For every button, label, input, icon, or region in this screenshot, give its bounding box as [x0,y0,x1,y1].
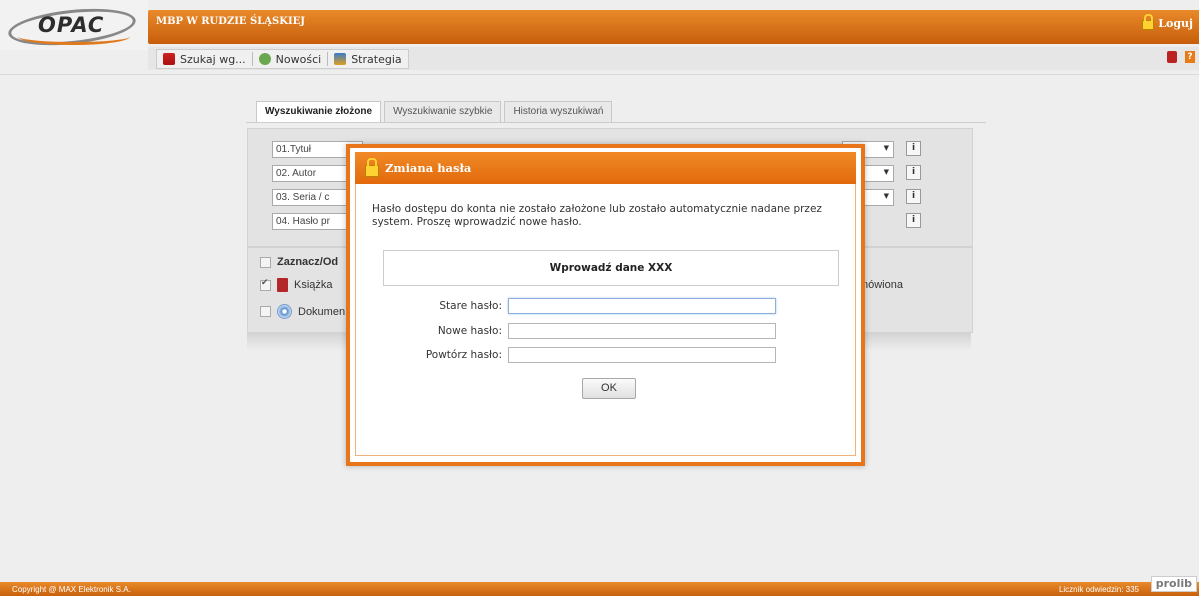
info-button[interactable]: i [906,141,921,156]
library-name: MBP W RUDZIE ŚLĄSKIEJ [156,16,305,27]
menu-separator [251,52,253,66]
dialog-title: Zmiana hasła [385,161,472,175]
help-icon[interactable]: ? [1185,51,1195,63]
menu-item-news[interactable]: Nowości [258,52,322,66]
news-icon [258,53,271,65]
tab-quick-search[interactable]: Wyszukiwanie szybkie [384,101,502,123]
book-search-icon [163,53,175,65]
menu-inner: Szukaj wg... Nowości Strategia [156,49,409,69]
header-divider [0,74,1199,75]
strategy-icon [334,53,347,65]
document-checkbox[interactable] [260,306,271,317]
visit-counter: Licznik odwiedzin: 335 [1058,585,1139,594]
menu-item-label: Nowości [275,52,322,66]
info-button[interactable]: i [906,165,921,180]
change-password-dialog: Zmiana hasła Hasło dostępu do konta nie … [346,144,865,466]
repeat-password-input[interactable] [508,347,776,363]
logo[interactable]: OPAC [0,0,148,51]
footer: Copyright @ MAX Elektronik S.A. Licznik … [0,576,1199,596]
top-bar: MBP W RUDZIE ŚLĄSKIEJ Loguj [148,10,1199,44]
dialog-info-box: Wprowadź dane XXX [383,250,839,286]
book-checkbox[interactable] [260,277,271,291]
tab-advanced-search[interactable]: Wyszukiwanie złożone [256,101,382,123]
menu-bar: Szukaj wg... Nowości Strategia ? [148,47,1199,70]
logo-text: OPAC [38,13,105,37]
new-password-label: Nowe hasło: [437,325,502,337]
login-label: Loguj [1158,16,1193,30]
menu-separator [327,52,329,66]
tab-search-history[interactable]: Historia wyszukiwań [504,101,613,123]
menu-item-label: Strategia [351,52,402,66]
new-password-input[interactable] [508,323,776,339]
ok-button[interactable]: OK [582,378,636,399]
repeat-password-label: Powtórz hasło: [425,349,502,361]
document-label: Dokumen [298,305,346,318]
select-all-checkbox[interactable] [260,256,271,268]
info-button[interactable]: i [906,189,921,204]
cd-icon [277,304,292,319]
lock-icon [1142,14,1155,30]
unlock-icon [365,157,379,177]
dialog-title-bar: Zmiana hasła [355,152,856,184]
copyright: Copyright @ MAX Elektronik S.A. [12,585,131,594]
book-icon [277,278,288,292]
menu-item-label: Szukaj wg... [180,52,246,66]
status-label: nówiona [862,279,903,291]
right-icons: ? [1167,51,1195,63]
old-password-label: Stare hasło: [439,300,502,312]
login-button[interactable]: Loguj [1142,14,1193,30]
settings-icon[interactable] [1167,51,1177,63]
info-button[interactable]: i [906,213,921,228]
prolib-logo[interactable]: prolib [1150,576,1197,592]
select-all-label: Zaznacz/Od [277,256,339,268]
search-tabs: Wyszukiwanie złożone Wyszukiwanie szybki… [256,101,613,123]
tabs-divider [246,122,986,123]
dialog-message: Hasło dostępu do konta nie zostało założ… [372,203,822,228]
menu-item-strategy[interactable]: Strategia [334,52,402,66]
old-password-input[interactable] [508,298,776,314]
menu-item-search[interactable]: Szukaj wg... [163,53,246,66]
book-label: Książka [294,279,333,291]
